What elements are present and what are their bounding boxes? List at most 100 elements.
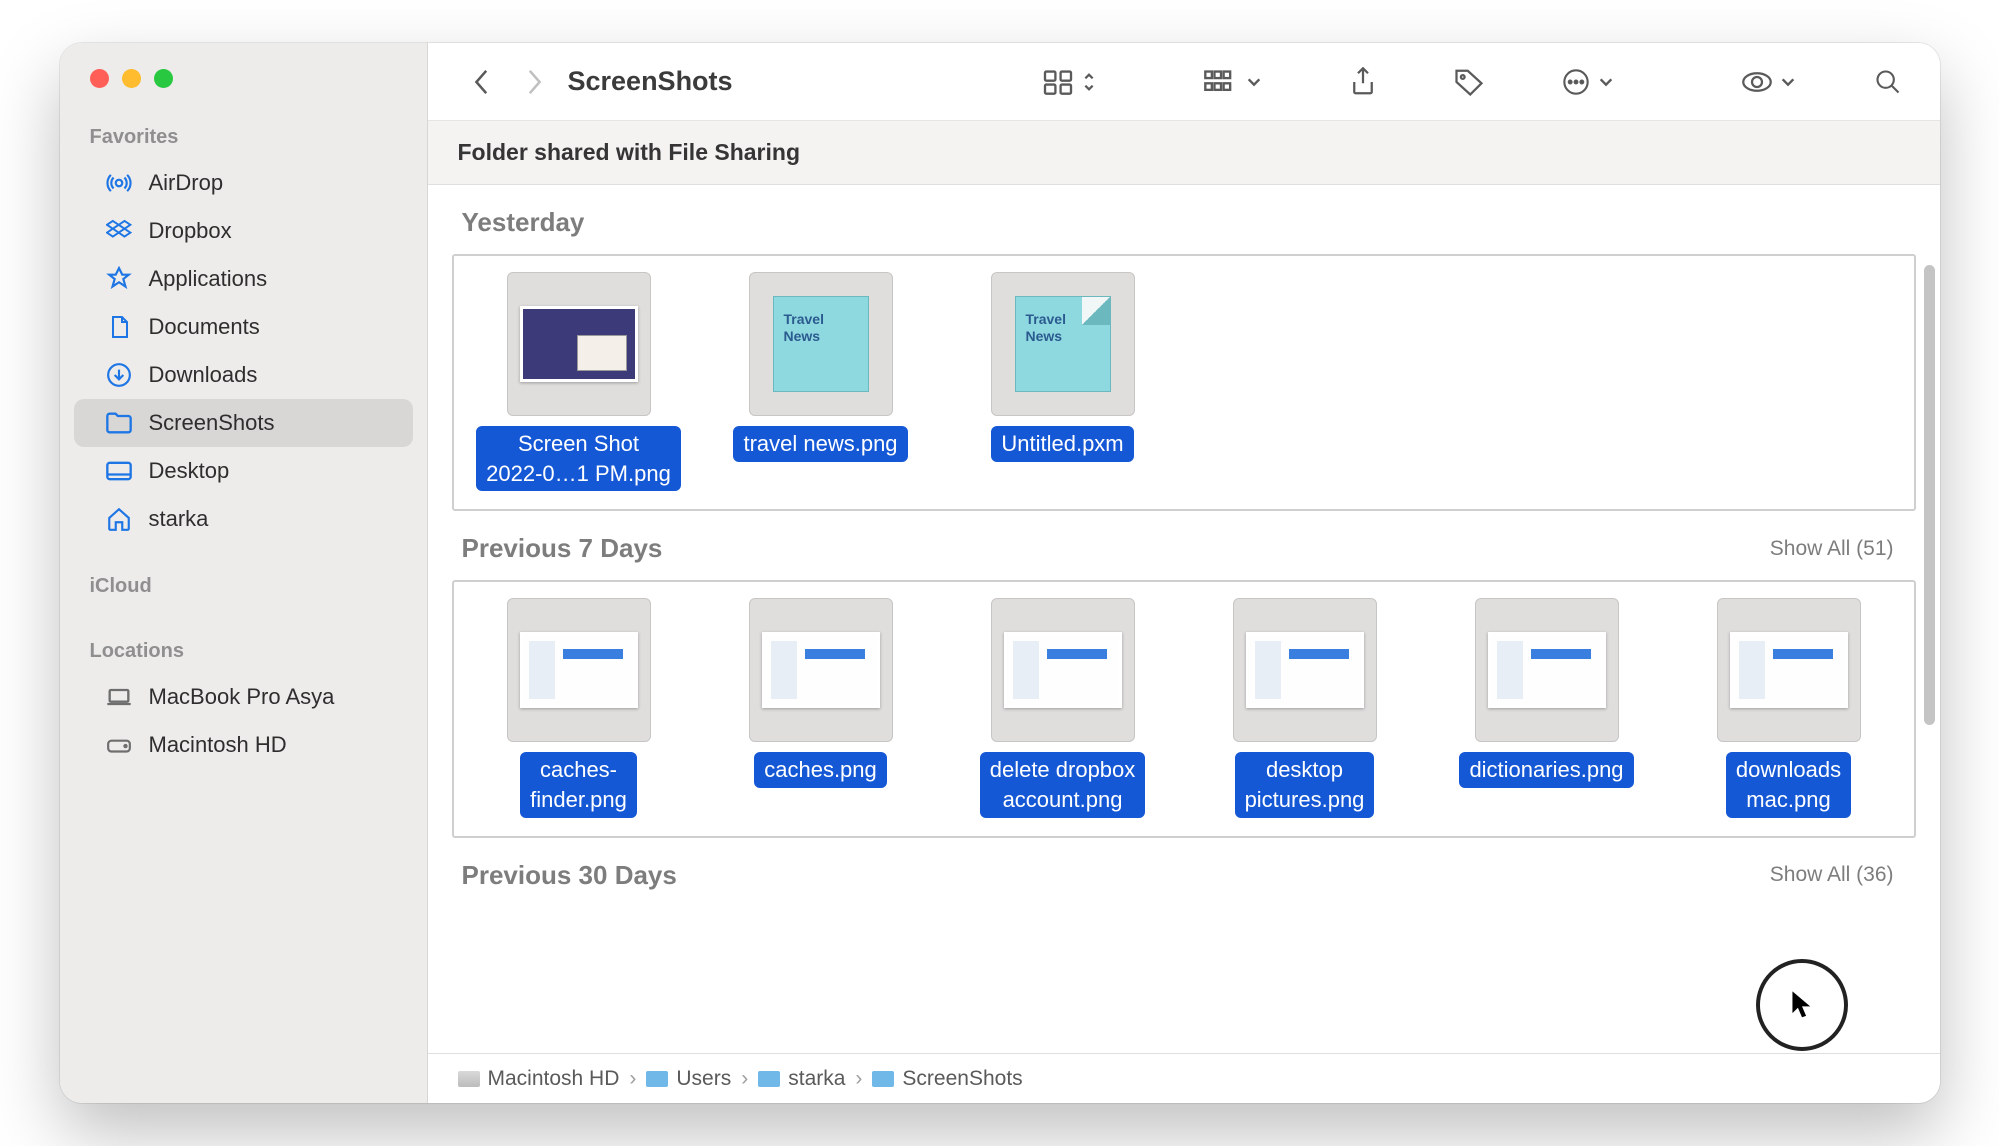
sidebar-item-label: MacBook Pro Asya [149, 684, 335, 710]
group-title: Previous 7 Days [462, 533, 663, 564]
show-all-button[interactable]: Show All (51) [1770, 537, 1894, 561]
sidebar-section-icloud: iCloud [60, 567, 427, 608]
window-controls [60, 69, 427, 118]
thumbnail [1233, 598, 1377, 742]
document-icon [104, 312, 134, 342]
group-items-prev7: caches-finder.png caches.png delete drop… [452, 580, 1916, 837]
sidebar-item-desktop[interactable]: Desktop [74, 447, 413, 495]
thumbnail [749, 598, 893, 742]
fullscreen-window-button[interactable] [154, 69, 173, 88]
sidebar-item-label: AirDrop [149, 170, 224, 196]
chevron-right-icon: › [741, 1067, 748, 1091]
thumbnail [991, 598, 1135, 742]
file-name: delete dropboxaccount.png [980, 752, 1146, 817]
file-name: dictionaries.png [1459, 752, 1633, 788]
applications-icon [104, 264, 134, 294]
share-button[interactable] [1346, 63, 1380, 101]
sidebar-item-documents[interactable]: Documents [74, 303, 413, 351]
chevron-right-icon: › [629, 1067, 636, 1091]
file-item[interactable]: delete dropboxaccount.png [948, 598, 1178, 817]
actions-button[interactable] [1558, 64, 1618, 100]
close-window-button[interactable] [90, 69, 109, 88]
file-name: desktoppictures.png [1235, 752, 1375, 817]
chevron-down-icon [1780, 76, 1796, 88]
scrollbar[interactable] [1924, 265, 1935, 725]
sidebar-item-label: starka [149, 506, 209, 532]
sidebar-item-label: ScreenShots [149, 410, 275, 436]
group-header-yesterday: Yesterday [452, 185, 1916, 254]
path-segment[interactable]: ScreenShots [872, 1067, 1022, 1091]
airdrop-icon [104, 168, 134, 198]
sidebar-section-favorites: Favorites [60, 118, 427, 159]
sidebar: Favorites AirDrop Dropbox Applications D… [60, 43, 428, 1103]
disk-icon [104, 730, 134, 760]
group-items-yesterday: Screen Shot2022-0…1 PM.png TravelNews tr… [452, 254, 1916, 511]
home-icon [104, 504, 134, 534]
sidebar-item-label: Macintosh HD [149, 732, 287, 758]
content-area: Yesterday Screen Shot2022-0…1 PM.png Tra… [428, 185, 1940, 1053]
file-item[interactable]: desktoppictures.png [1190, 598, 1420, 817]
sidebar-item-downloads[interactable]: Downloads [74, 351, 413, 399]
minimize-window-button[interactable] [122, 69, 141, 88]
path-segment[interactable]: Users [646, 1067, 731, 1091]
group-header-prev30: Previous 30 Days Show All (36) [452, 838, 1916, 907]
path-bar: Macintosh HD › Users › starka › ScreenSh… [428, 1053, 1940, 1103]
file-name: caches.png [754, 752, 887, 788]
forward-button[interactable] [520, 64, 548, 100]
file-item[interactable]: dictionaries.png [1432, 598, 1662, 817]
nav-arrows [448, 64, 548, 100]
sidebar-item-label: Downloads [149, 362, 258, 388]
path-segment[interactable]: starka [758, 1067, 845, 1091]
thumbnail [1717, 598, 1861, 742]
tags-button[interactable] [1450, 64, 1488, 100]
dropbox-icon [104, 216, 134, 246]
preview-visibility-button[interactable] [1738, 67, 1800, 97]
chevron-right-icon: › [855, 1067, 862, 1091]
chevron-down-icon [1598, 76, 1614, 88]
finder-window: Favorites AirDrop Dropbox Applications D… [60, 43, 1940, 1103]
sidebar-item-disk[interactable]: Macintosh HD [74, 721, 413, 769]
sidebar-item-dropbox[interactable]: Dropbox [74, 207, 413, 255]
view-mode-button[interactable] [1038, 65, 1100, 99]
file-item[interactable]: TravelNews Untitled.pxm [948, 272, 1178, 491]
search-button[interactable] [1870, 64, 1906, 100]
thumbnail [1475, 598, 1619, 742]
download-icon [104, 360, 134, 390]
sidebar-section-locations: Locations [60, 632, 427, 673]
chevron-down-icon [1246, 76, 1262, 88]
desktop-icon [104, 456, 134, 486]
file-item[interactable]: downloadsmac.png [1674, 598, 1904, 817]
folder-icon [104, 408, 134, 438]
group-by-button[interactable] [1200, 66, 1266, 98]
file-item[interactable]: caches-finder.png [464, 598, 694, 817]
file-name: Screen Shot2022-0…1 PM.png [476, 426, 681, 491]
sharing-banner: Folder shared with File Sharing [428, 121, 1940, 185]
group-title: Previous 30 Days [462, 860, 677, 891]
file-item[interactable]: TravelNews travel news.png [706, 272, 936, 491]
sidebar-item-airdrop[interactable]: AirDrop [74, 159, 413, 207]
sidebar-item-label: Applications [149, 266, 268, 292]
path-segment[interactable]: Macintosh HD [458, 1067, 620, 1091]
sidebar-item-applications[interactable]: Applications [74, 255, 413, 303]
group-title: Yesterday [462, 207, 585, 238]
show-all-button[interactable]: Show All (36) [1770, 863, 1894, 887]
thumbnail [507, 598, 651, 742]
file-name: caches-finder.png [520, 752, 637, 817]
thumbnail [507, 272, 651, 416]
sidebar-item-label: Desktop [149, 458, 230, 484]
back-button[interactable] [468, 64, 496, 100]
thumbnail: TravelNews [991, 272, 1135, 416]
file-item[interactable]: caches.png [706, 598, 936, 817]
toolbar: ScreenShots [428, 43, 1940, 121]
file-name: travel news.png [733, 426, 907, 462]
updown-chevron-icon [1082, 71, 1096, 93]
sidebar-item-home[interactable]: starka [74, 495, 413, 543]
main-pane: ScreenShots [428, 43, 1940, 1103]
laptop-icon [104, 682, 134, 712]
file-name: downloadsmac.png [1726, 752, 1851, 817]
window-title: ScreenShots [568, 66, 733, 97]
file-item[interactable]: Screen Shot2022-0…1 PM.png [464, 272, 694, 491]
file-name: Untitled.pxm [991, 426, 1133, 462]
sidebar-item-macbook[interactable]: MacBook Pro Asya [74, 673, 413, 721]
sidebar-item-screenshots[interactable]: ScreenShots [74, 399, 413, 447]
